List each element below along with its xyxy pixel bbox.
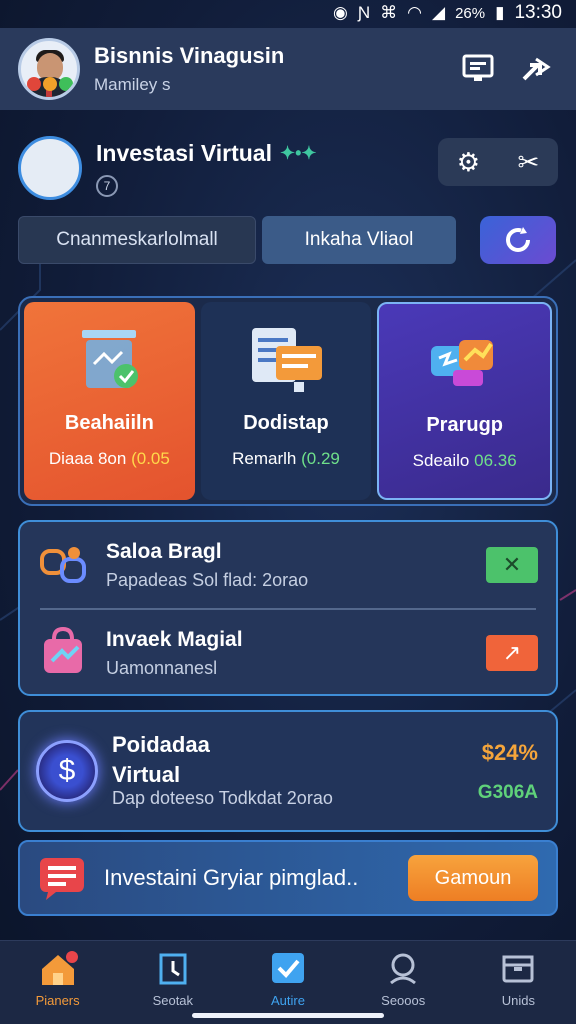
signal-icon: ◢ (431, 3, 446, 22)
timer-icon (159, 953, 187, 985)
avatar-badges (27, 77, 73, 91)
card-prarugp[interactable]: Prarugp Sdeailo 06.36 (377, 302, 553, 500)
battery-icon: ▮ (495, 3, 505, 22)
card-value-line: Sdeailo 06.36 (413, 451, 517, 471)
promo-banner: Investaini Gryiar pimglad.. Gamoun (18, 840, 558, 916)
nav-label: Seotak (152, 993, 194, 1008)
profile-name: Investasi Virtual ✦•✦ (96, 140, 316, 167)
refresh-button[interactable] (480, 216, 556, 264)
card-label: Sdeailo (412, 451, 470, 470)
summary-cards: Beahaiiln Diaaa 8on (0.05 Dodistap Remar… (18, 296, 558, 506)
profile-name-text: Investasi Virtual (96, 139, 272, 166)
virtual-amount: G306A (477, 782, 538, 803)
link-nodes-icon (40, 547, 86, 583)
virtual-percent: $24% (481, 740, 538, 765)
nav-item-unids[interactable]: Unids (461, 941, 576, 1024)
tab-virtual[interactable]: Inkaha Vliaol (262, 216, 456, 264)
list-item-title: Saloa Bragl (106, 539, 222, 563)
virtual-subtitle: Dap doteeso Todkdat 2orao (112, 788, 333, 808)
card-label: Remarlh (232, 449, 297, 468)
dollar-coin-icon: $ (36, 740, 98, 802)
banner-text: Investaini Gryiar pimglad.. (104, 865, 359, 890)
tools-icon[interactable]: ✂ (517, 147, 539, 178)
avatar[interactable] (18, 38, 80, 100)
share-button[interactable] (514, 47, 558, 91)
share-arrow-icon (522, 57, 551, 81)
green-badge-icon (59, 77, 73, 91)
wifi-icon: ◠ (407, 3, 422, 22)
tab-bar: Cnanmeskarlolmall Inkaha Vliaol (18, 216, 558, 264)
battery-percent: 26% (455, 4, 486, 22)
status-bar: ◉ Ɲ ⌘ ◠ ◢ 26% ▮ 13:30 (0, 0, 576, 26)
refresh-icon (506, 227, 530, 252)
nav-item-seooos[interactable]: Seooos (346, 941, 461, 1024)
document-screen-icon (252, 328, 322, 392)
app-title: Bisnnis Vinagusin (94, 43, 285, 68)
home-icon (41, 951, 78, 985)
list-item-text: Saloa Bragl Papadeas Sol flad: 2orao (106, 540, 308, 591)
card-title: Dodistap (243, 412, 329, 434)
chat-chart-icon (430, 340, 493, 386)
card-dodistap[interactable]: Dodistap Remarlh (0.29 (200, 302, 372, 500)
nav-label: Autire (271, 993, 305, 1008)
shopping-bag-icon (44, 627, 82, 673)
nav-item-autire[interactable]: Autire (230, 941, 345, 1024)
bluetooth-icon: ⌘ (380, 3, 398, 22)
orange-badge-icon (43, 77, 57, 91)
sync-icon: ◉ (333, 3, 348, 22)
app-bar: Bisnnis Vinagusin Mamiley s (0, 28, 576, 110)
card-title: Prarugp (426, 414, 504, 436)
profile-text: Investasi Virtual ✦•✦ 7 (96, 140, 316, 197)
list-item[interactable]: Saloa Bragl Papadeas Sol flad: 2orao ✕ (20, 522, 556, 608)
box-icon (502, 955, 534, 983)
virtual-summary[interactable]: $ Poidadaa Virtual Dap doteeso Todkdat 2… (18, 710, 558, 832)
close-icon: ✕ (502, 552, 522, 577)
chat-check-icon (272, 953, 304, 983)
card-value: (0.05 (131, 449, 170, 468)
activity-list: Saloa Bragl Papadeas Sol flad: 2orao ✕ I… (18, 520, 558, 696)
message-icon (40, 858, 84, 900)
nav-item-seotak[interactable]: Seotak (115, 941, 230, 1024)
virtual-title: Poidadaa Virtual (112, 732, 210, 787)
red-badge-icon (27, 77, 41, 91)
monitor-icon (462, 54, 494, 81)
close-button[interactable]: ✕ (486, 547, 538, 583)
app-titles: Bisnnis Vinagusin Mamiley s (94, 43, 442, 95)
settings-icon[interactable]: ⚙ (457, 147, 480, 178)
trend-button[interactable]: ↗ (486, 635, 538, 671)
card-beahaiiln[interactable]: Beahaiiln Diaaa 8on (0.05 (24, 302, 195, 500)
card-value: 06.36 (474, 451, 517, 470)
nav-item-pianers[interactable]: Pianers (0, 941, 115, 1024)
card-value-line: Remarlh (0.29 (232, 449, 340, 469)
card-label: Diaaa 8on (48, 449, 127, 468)
home-indicator[interactable] (192, 1013, 384, 1018)
nav-label: Unids (501, 993, 536, 1008)
app-subtitle: Mamiley s (94, 75, 171, 94)
profile-section: Investasi Virtual ✦•✦ 7 ⚙ ✂ (18, 132, 558, 204)
bottom-nav: Pianers Seotak Autire Seooos Unids (0, 940, 576, 1024)
list-item[interactable]: Invaek Magial Uamonnanesl ↗ (20, 610, 556, 696)
clock: 13:30 (514, 2, 562, 23)
card-value-line: Diaaa 8on (0.05 (49, 449, 170, 469)
monitor-button[interactable] (456, 47, 500, 91)
user-search-icon (390, 953, 417, 985)
list-item-subtitle: Papadeas Sol flad: 2orao (106, 569, 309, 590)
trash-check-icon (82, 330, 139, 388)
profile-actions: ⚙ ✂ (438, 138, 558, 186)
profile-avatar[interactable] (18, 136, 82, 200)
tab-main[interactable]: Cnanmeskarlolmall (18, 216, 256, 264)
nav-label: Seooos (381, 993, 426, 1008)
card-title: Beahaiiln (64, 412, 154, 434)
list-item-text: Invaek Magial Uamonnanesl (106, 628, 243, 679)
list-item-title: Invaek Magial (106, 627, 243, 651)
list-item-subtitle: Uamonnanesl (106, 657, 218, 678)
banner-button[interactable]: Gamoun (408, 855, 538, 901)
profile-badge: 7 (96, 174, 118, 197)
card-value: (0.29 (301, 449, 340, 468)
nfc-icon: Ɲ (357, 3, 371, 22)
trend-up-icon: ↗ (502, 640, 522, 665)
nav-label: Pianers (35, 993, 80, 1008)
sparkle-icon: ✦•✦ (280, 142, 317, 163)
